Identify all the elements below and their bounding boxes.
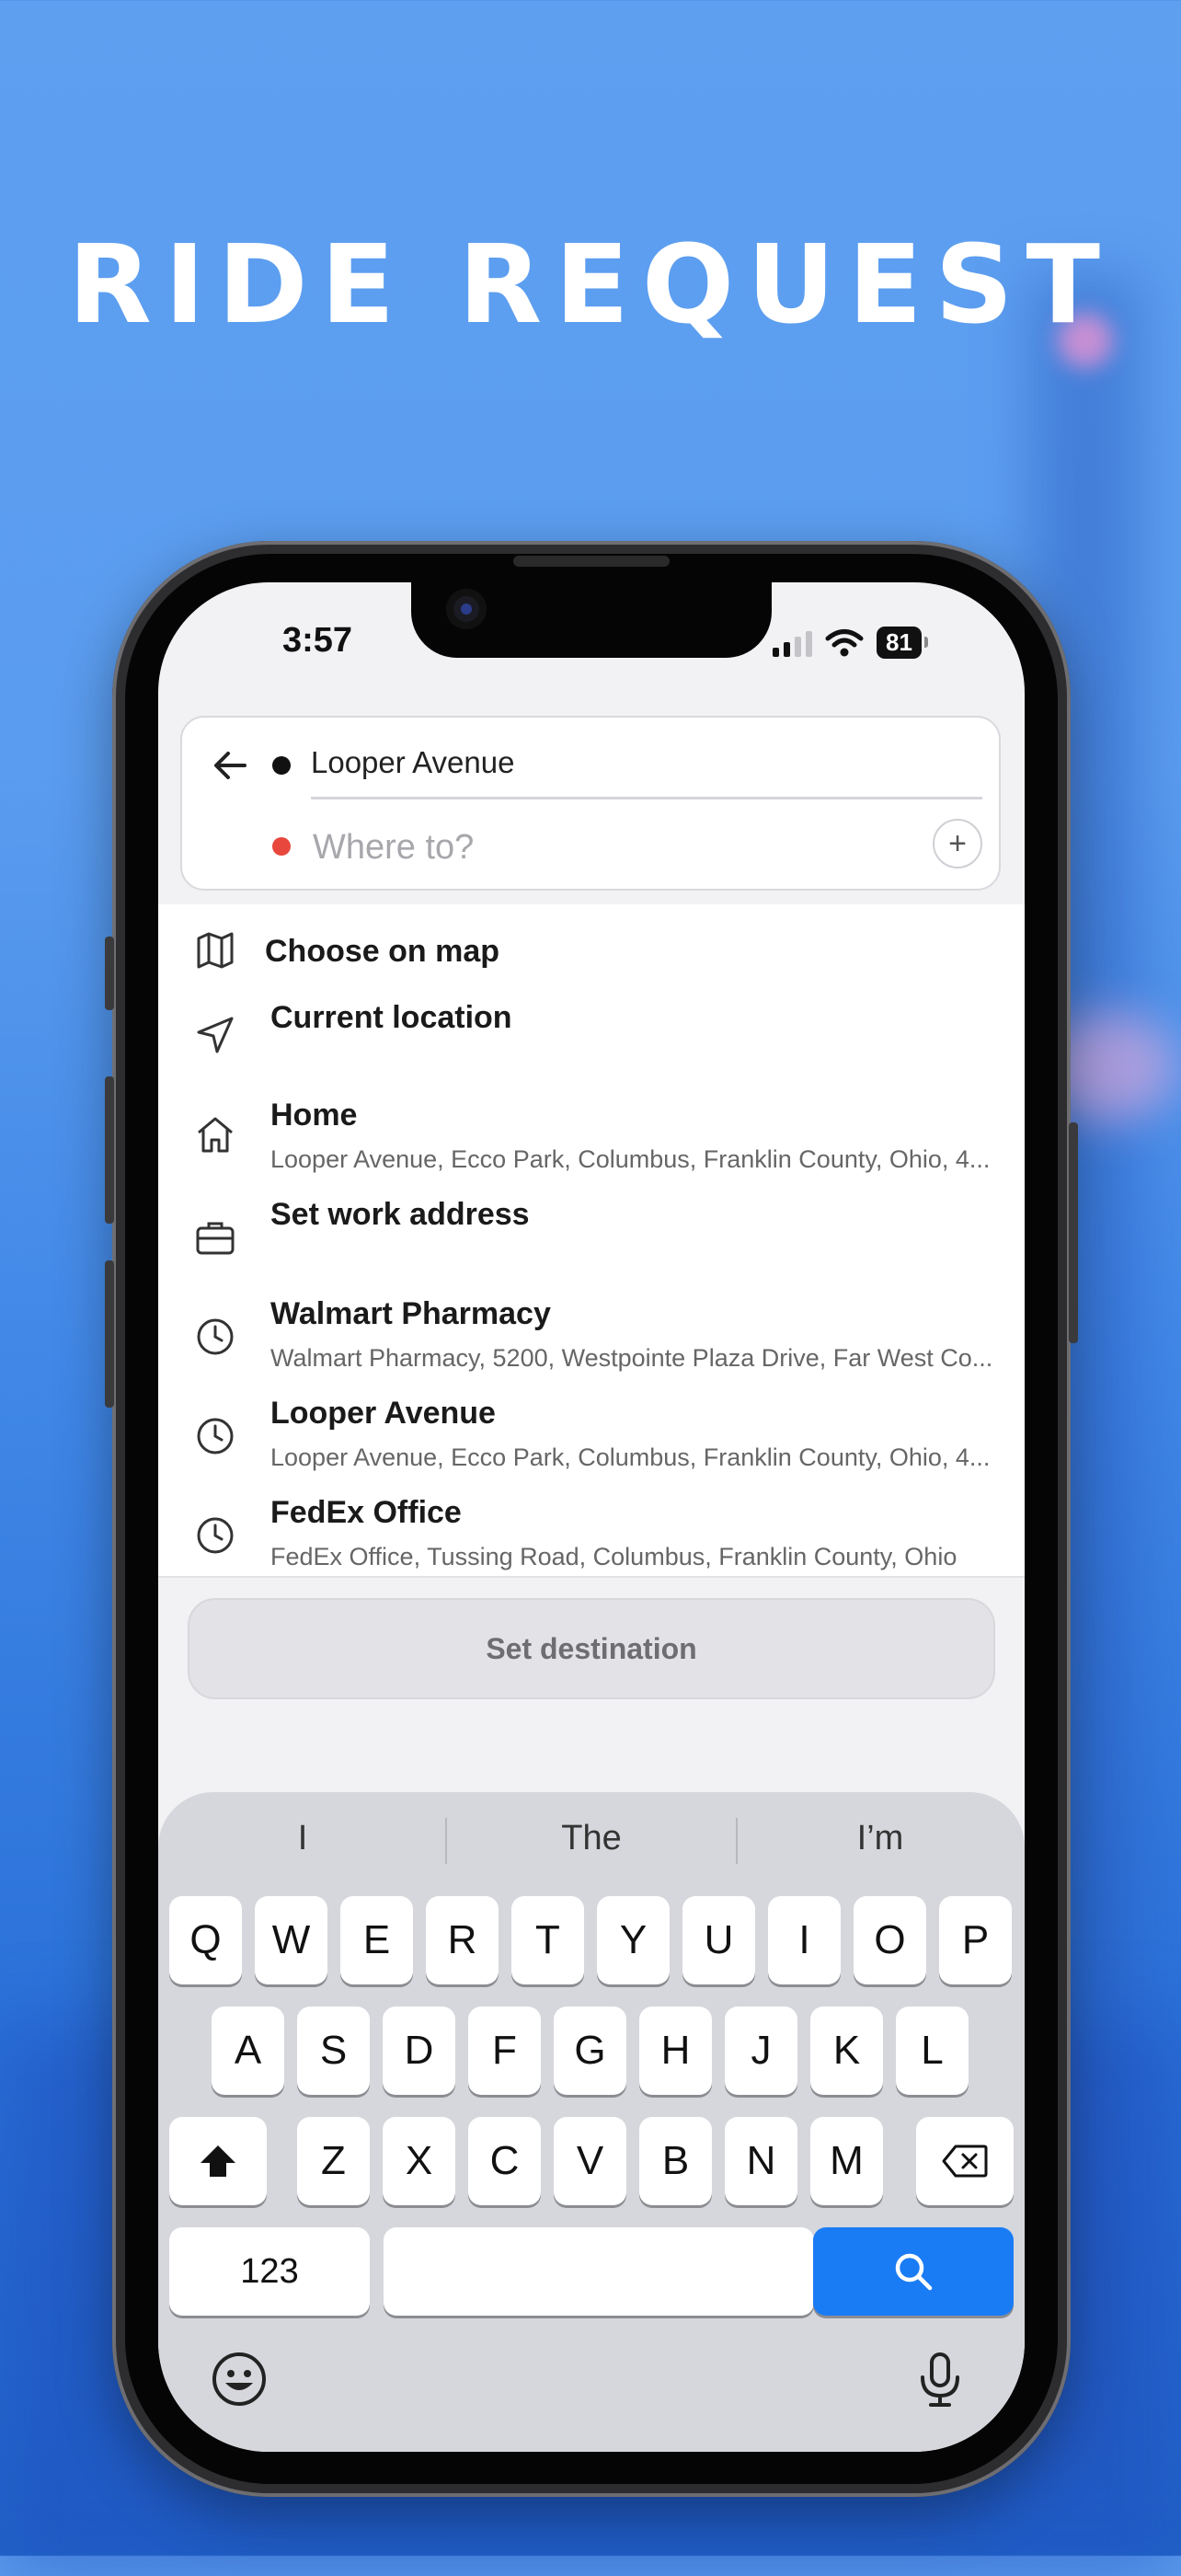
recent-item-title: FedEx Office xyxy=(270,1495,462,1530)
recent-item[interactable]: Walmart Pharmacy Walmart Pharmacy, 5200,… xyxy=(158,1285,1025,1386)
current-location-item[interactable]: Current location xyxy=(158,987,1025,1079)
key-h[interactable]: H xyxy=(639,2007,712,2095)
search-key[interactable] xyxy=(813,2227,1014,2316)
key-y[interactable]: Y xyxy=(597,1896,670,1984)
search-icon xyxy=(895,2253,933,2291)
hero-title: RIDE REQUEST xyxy=(67,221,1114,348)
keyboard: I The I’m Q W E R T Y U I O P A S D F G … xyxy=(158,1792,1025,2452)
volume-down-button xyxy=(105,1260,114,1408)
shift-key[interactable] xyxy=(169,2117,267,2205)
set-work-label: Set work address xyxy=(270,1197,530,1232)
status-time: 3:57 xyxy=(282,621,353,660)
home-label: Home xyxy=(270,1098,358,1133)
key-r[interactable]: R xyxy=(426,1896,499,1984)
key-o[interactable]: O xyxy=(854,1896,926,1984)
space-key[interactable] xyxy=(384,2227,814,2316)
map-icon xyxy=(197,932,234,969)
microphone-icon[interactable] xyxy=(911,2350,969,2409)
power-button xyxy=(1069,1122,1078,1343)
key-s[interactable]: S xyxy=(297,2007,370,2095)
home-address: Looper Avenue, Ecco Park, Columbus, Fran… xyxy=(270,1145,991,1173)
recent-item-address: Walmart Pharmacy, 5200, Westpointe Plaza… xyxy=(270,1344,993,1372)
destination-input[interactable] xyxy=(311,821,885,874)
earpiece-speaker xyxy=(513,556,670,567)
key-b[interactable]: B xyxy=(639,2117,712,2205)
back-arrow-icon[interactable] xyxy=(210,745,250,786)
phone-screen: 3:57 81 Looper Avenue + Choose on xyxy=(158,582,1025,2452)
destination-dot-icon xyxy=(272,837,291,856)
recent-item[interactable]: Looper Avenue Looper Avenue, Ecco Park, … xyxy=(158,1385,1025,1486)
key-v[interactable]: V xyxy=(554,2117,626,2205)
clock-icon xyxy=(197,1318,234,1355)
key-j[interactable]: J xyxy=(725,2007,797,2095)
briefcase-icon xyxy=(196,1222,235,1255)
key-k[interactable]: K xyxy=(810,2007,883,2095)
key-g[interactable]: G xyxy=(554,2007,626,2095)
add-stop-button[interactable]: + xyxy=(933,819,982,868)
silent-switch xyxy=(105,937,114,1010)
recent-item-title: Looper Avenue xyxy=(270,1396,496,1431)
key-c[interactable]: C xyxy=(468,2117,541,2205)
numbers-key[interactable]: 123 xyxy=(169,2227,370,2316)
key-l[interactable]: L xyxy=(896,2007,969,2095)
home-icon xyxy=(198,1117,233,1153)
recent-item[interactable]: FedEx Office FedEx Office, Tussing Road,… xyxy=(158,1484,1025,1576)
home-item[interactable]: Home Looper Avenue, Ecco Park, Columbus,… xyxy=(158,1087,1025,1188)
key-x[interactable]: X xyxy=(383,2117,455,2205)
key-e[interactable]: E xyxy=(340,1896,413,1984)
key-n[interactable]: N xyxy=(725,2117,797,2205)
set-destination-button[interactable]: Set destination xyxy=(188,1598,995,1699)
location-arrow-icon xyxy=(197,1017,234,1053)
key-m[interactable]: M xyxy=(810,2117,883,2205)
cellular-signal-icon xyxy=(773,629,812,657)
backspace-icon xyxy=(942,2145,988,2178)
plus-icon: + xyxy=(948,825,967,861)
key-p[interactable]: P xyxy=(939,1896,1012,1984)
wifi-icon xyxy=(825,628,864,656)
choose-on-map-label: Choose on map xyxy=(265,934,500,969)
key-q[interactable]: Q xyxy=(169,1896,242,1984)
battery-indicator: 81 xyxy=(877,627,928,659)
key-w[interactable]: W xyxy=(255,1896,327,1984)
set-work-item[interactable]: Set work address xyxy=(158,1186,1025,1278)
key-z[interactable]: Z xyxy=(297,2117,370,2205)
origin-dot-icon xyxy=(272,756,291,775)
emoji-icon[interactable] xyxy=(210,2350,269,2409)
keyboard-suggestion[interactable]: The xyxy=(447,1792,736,1884)
key-d[interactable]: D xyxy=(383,2007,455,2095)
action-area: Set destination xyxy=(158,1576,1025,1762)
delete-key[interactable] xyxy=(916,2117,1014,2205)
clock-icon xyxy=(197,1418,234,1455)
volume-up-button xyxy=(105,1076,114,1224)
shift-icon xyxy=(201,2145,235,2177)
origin-field[interactable]: Looper Avenue xyxy=(311,745,514,780)
choose-on-map-item[interactable]: Choose on map xyxy=(158,904,1025,978)
recent-item-address: Looper Avenue, Ecco Park, Columbus, Fran… xyxy=(270,1443,991,1471)
front-camera xyxy=(446,589,487,629)
keyboard-suggestion[interactable]: I xyxy=(158,1792,447,1884)
key-a[interactable]: A xyxy=(212,2007,284,2095)
suggestion-list: Choose on map Current location Home Loop… xyxy=(158,904,1025,1576)
route-card: Looper Avenue + xyxy=(180,716,1001,891)
recent-item-title: Walmart Pharmacy xyxy=(270,1296,551,1331)
key-u[interactable]: U xyxy=(682,1896,755,1984)
key-f[interactable]: F xyxy=(468,2007,541,2095)
keyboard-suggestion[interactable]: I’m xyxy=(736,1792,1025,1884)
clock-icon xyxy=(197,1517,234,1554)
key-i[interactable]: I xyxy=(768,1896,841,1984)
divider xyxy=(311,797,982,799)
recent-item-address: FedEx Office, Tussing Road, Columbus, Fr… xyxy=(270,1543,957,1570)
key-t[interactable]: T xyxy=(511,1896,584,1984)
status-icons: 81 xyxy=(773,627,928,659)
current-location-label: Current location xyxy=(270,1000,512,1035)
